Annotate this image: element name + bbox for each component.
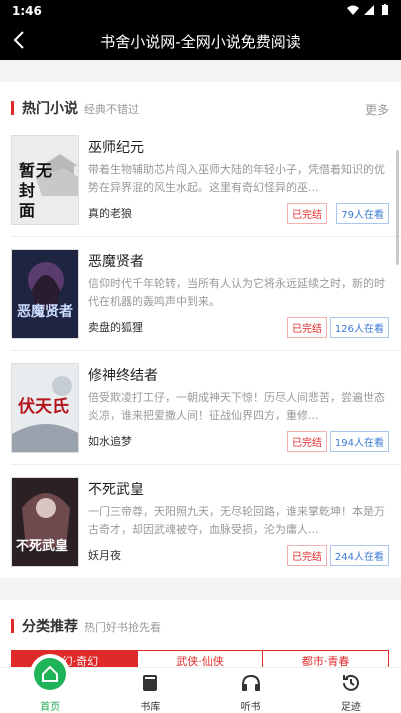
status-badge: 已完结	[287, 317, 327, 338]
tab-label: 听书	[240, 702, 261, 713]
cover-art: 暂 无 封 面	[12, 136, 78, 224]
book-item[interactable]: 恶魔贤者 恶魔贤者 信仰时代千年轮转，当所有人认为它将永远延续之时，新的时代在机…	[0, 249, 401, 361]
battery-icon	[382, 4, 388, 15]
status-icons	[347, 4, 391, 16]
status-time: 1:46	[12, 4, 42, 18]
home-icon-bubble	[34, 658, 67, 690]
page-title: 书舍小说网-全网小说免费阅读	[100, 33, 301, 51]
status-badge: 已完结	[287, 431, 327, 452]
book-title: 不死武皇	[88, 482, 144, 498]
book-title: 修神终结者	[88, 368, 158, 384]
history-icon	[342, 674, 359, 691]
bottom-tab-bar: 首页 书库 听书 足迹	[0, 658, 401, 713]
book-cover: 恶魔贤者	[11, 249, 79, 339]
section-header: 分类推荐 热门好书抢先看	[0, 600, 401, 650]
cover-title-line2: 无	[35, 161, 52, 180]
divider	[11, 236, 401, 237]
book-author: 真的老狼	[88, 207, 132, 220]
status-bar: 1:46	[0, 0, 401, 22]
spacer	[0, 60, 401, 82]
cover-art: 不死武皇	[12, 478, 78, 566]
scrollbar[interactable]	[396, 150, 399, 265]
book-description: 倍受欺凌打工仔，一朝成神天下惊！历尽人间悲苦，尝遍世态炎凉，谁来把爱撒人间！征战…	[88, 391, 385, 422]
tab-label: 书库	[140, 702, 161, 713]
wifi-icon	[347, 5, 359, 15]
tab-audiobooks[interactable]: 听书	[201, 668, 301, 713]
readers-badge: 194人在看	[329, 431, 389, 452]
cover-title-line4: 面	[19, 201, 35, 220]
headphones-icon	[241, 674, 260, 691]
book-author: 如水追梦	[88, 435, 132, 448]
divider	[11, 350, 401, 351]
book-item[interactable]: 伏天氏 修神终结者 倍受欺凌打工仔，一朝成神天下惊！历尽人间悲苦，尝遍世态炎凉，…	[0, 363, 401, 475]
cover-title-line1: 暂	[19, 161, 35, 180]
tab-history[interactable]: 足迹	[301, 668, 401, 713]
section-title: 热门小说	[22, 101, 78, 117]
title-bar: 书舍小说网-全网小说免费阅读	[0, 22, 401, 60]
divider	[11, 464, 401, 465]
book-description: 一门三帝尊，天阳照九天，无尽轮回路，谁来掌乾坤！本是万古奇才，却因武魂被夺，血脉…	[88, 505, 385, 536]
tab-library[interactable]: 书库	[100, 668, 200, 713]
readers-badge: 244人在看	[329, 545, 389, 566]
readers-badge: 79人在看	[336, 203, 389, 224]
book-cover: 伏天氏	[11, 363, 79, 453]
hot-novels-section: 热门小说 经典不错过 更多 暂 无 封 面 巫师纪元 带着生物辅助芯片闯入巫师大…	[0, 82, 401, 578]
cover-title: 伏天氏	[18, 396, 69, 417]
readers-badge: 126人在看	[329, 317, 389, 338]
tab-label: 首页	[40, 702, 61, 713]
book-title: 恶魔贤者	[88, 254, 144, 270]
book-author: 卖盘的狐狸	[88, 321, 143, 334]
cover-title-line3: 封	[19, 181, 35, 200]
cover-title: 恶魔贤者	[17, 303, 73, 320]
section-accent-bar	[11, 619, 14, 633]
book-author: 妖月夜	[88, 549, 121, 562]
cover-art: 伏天氏	[12, 364, 78, 452]
tab-label: 足迹	[340, 702, 361, 713]
book-description: 带着生物辅助芯片闯入巫师大陆的年轻小子，凭借着知识的优势在异界混的风生水起。这里…	[88, 163, 385, 194]
tab-home[interactable]: 首页	[0, 658, 100, 713]
book-title: 巫师纪元	[88, 140, 144, 156]
book-item[interactable]: 不死武皇 不死武皇 一门三帝尊，天阳照九天，无尽轮回路，谁来掌乾坤！本是万古奇才…	[0, 477, 401, 589]
library-icon	[143, 675, 158, 691]
section-title: 分类推荐	[22, 619, 78, 635]
status-badge: 已完结	[287, 545, 327, 566]
cover-art: 恶魔贤者	[12, 250, 78, 338]
section-subtitle: 热门好书抢先看	[84, 621, 161, 634]
status-badge: 已完结	[287, 203, 327, 224]
book-description: 信仰时代千年轮转，当所有人认为它将永远延续之时，新的时代在机器的轰鸣声中到来。	[88, 277, 385, 308]
book-item[interactable]: 暂 无 封 面 巫师纪元 带着生物辅助芯片闯入巫师大陆的年轻小子，凭借着知识的优…	[0, 135, 401, 247]
more-link[interactable]: 更多	[365, 101, 389, 118]
signal-icon	[364, 5, 374, 15]
section-accent-bar	[11, 101, 14, 115]
section-header: 热门小说 经典不错过 更多	[0, 82, 401, 132]
cover-title: 不死武皇	[16, 538, 68, 554]
section-subtitle: 经典不错过	[84, 103, 139, 116]
book-cover: 暂 无 封 面	[11, 135, 79, 225]
book-cover: 不死武皇	[11, 477, 79, 567]
home-icon	[42, 665, 59, 682]
